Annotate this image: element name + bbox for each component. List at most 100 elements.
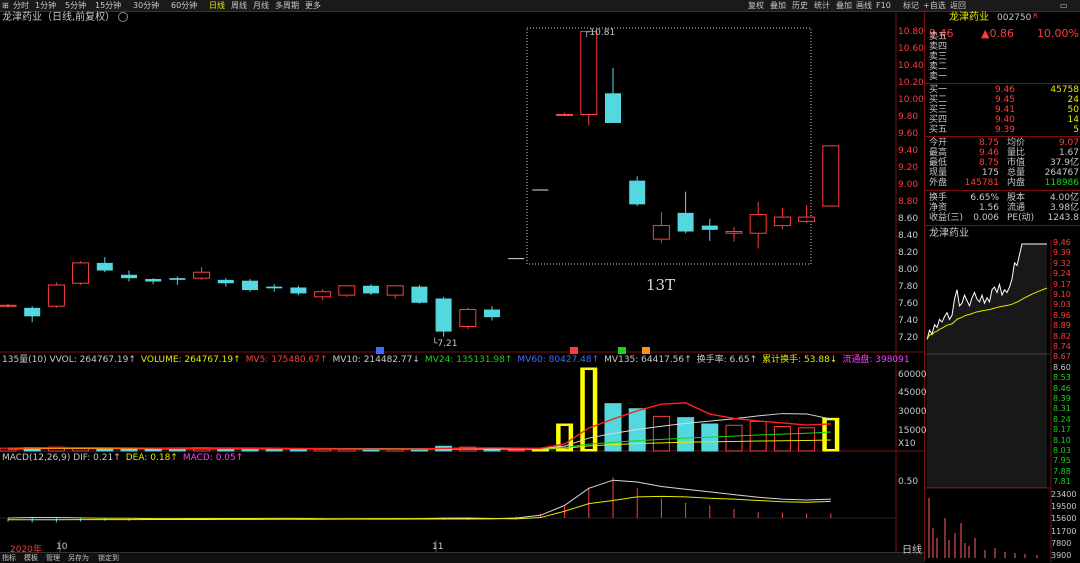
volume-legend-item: MV135: 64417.56↑ bbox=[604, 355, 692, 365]
mini-vol-tick: 3900 bbox=[1051, 551, 1072, 560]
candle-body-up bbox=[338, 285, 356, 296]
bid-label: 买三 bbox=[929, 105, 948, 115]
mini-price-tick: 8.39 bbox=[1053, 394, 1071, 403]
volume-legend-item: MV5: 175480.67↑ bbox=[245, 355, 328, 365]
mini-vol-tick: 15600 bbox=[1051, 514, 1077, 524]
volume-bar bbox=[749, 420, 767, 452]
stat-label: 收益(三) bbox=[929, 213, 964, 223]
candle-body-down bbox=[121, 274, 137, 279]
volume-tick: 30000 bbox=[898, 407, 927, 417]
stat-label: 今开 bbox=[929, 138, 948, 148]
mini-price-tick: 9.39 bbox=[1053, 248, 1071, 258]
volume-tick: 60000 bbox=[898, 370, 927, 380]
candle-body-up bbox=[72, 262, 90, 284]
high-label: ┌10.81 bbox=[584, 28, 615, 38]
volume-legend-item: 累计换手: 53.88↓ bbox=[762, 355, 838, 365]
period-label: 日线 bbox=[902, 545, 922, 556]
volume-bar bbox=[798, 427, 816, 452]
candle-body-down bbox=[484, 309, 500, 318]
volume-bar bbox=[531, 449, 549, 452]
bid-volume: 5 bbox=[1073, 125, 1079, 135]
stat-value: 37.9亿 bbox=[1049, 158, 1079, 168]
stat-value: 1.67 bbox=[1058, 148, 1079, 158]
x-label-year: 2020年 bbox=[10, 545, 42, 555]
volume-legend-item: 换手率: 6.65↑ bbox=[696, 355, 758, 365]
bid-price: 9.41 bbox=[994, 105, 1015, 115]
price-tick: 10.40 bbox=[898, 61, 924, 72]
price-change: ▲0.86 bbox=[981, 27, 1014, 40]
stat-value: 8.75 bbox=[978, 138, 999, 148]
toolbar-action-5[interactable]: 返回 bbox=[950, 0, 966, 11]
bid-volume: 45758 bbox=[1050, 85, 1079, 95]
settings-circle-icon[interactable] bbox=[118, 12, 128, 22]
candle-body-up bbox=[773, 216, 791, 227]
volume-legend-item: MV24: 135131.98↑ bbox=[424, 355, 513, 365]
volume-legend-item: 135量(10) VVOL: 264767.19↑ bbox=[2, 355, 136, 365]
x-label-oct: 10 bbox=[56, 542, 68, 552]
price-tick: 9.20 bbox=[898, 162, 919, 173]
bid-label: 买四 bbox=[929, 115, 948, 125]
candle-body-up bbox=[459, 309, 477, 327]
volume-tick: 45000 bbox=[898, 388, 927, 398]
mini-price-tick: 8.74 bbox=[1053, 342, 1071, 351]
stock-code: 002750 bbox=[997, 13, 1032, 23]
candle-body-up bbox=[47, 284, 65, 307]
toolbar-action-4[interactable]: +自选 bbox=[923, 0, 946, 11]
stat-value: 175 bbox=[981, 168, 999, 178]
candle-body-up bbox=[386, 285, 404, 296]
chart-area[interactable]: ┌10.81 └7.21 13T bbox=[0, 0, 924, 552]
price-tick: 10.60 bbox=[898, 44, 924, 55]
stat-label: 现量 bbox=[929, 168, 948, 178]
stats2-divider bbox=[925, 190, 1080, 191]
mini-price-tick: 7.88 bbox=[1053, 466, 1071, 476]
macd-legend: MACD(12,26,9) DIF: 0.21↑ DEA: 0.18↑ MACD: … bbox=[2, 453, 248, 464]
dif-line bbox=[7, 479, 831, 521]
window-icon[interactable]: ▭ bbox=[1060, 0, 1068, 11]
volume-bar bbox=[725, 424, 743, 452]
candle-body-down bbox=[605, 93, 621, 123]
price-tick: 9.00 bbox=[898, 179, 919, 190]
stock-name: 龙津药业 bbox=[949, 12, 989, 23]
candle-body-up bbox=[652, 225, 670, 240]
bid-volume: 24 bbox=[1067, 95, 1079, 105]
stat-value: 3.98亿 bbox=[1049, 203, 1079, 213]
candle-body-down bbox=[629, 180, 646, 205]
volume-legend: 135量(10) VVOL: 264767.19↑ VOLUME: 264767.… bbox=[2, 355, 915, 366]
volume-bar bbox=[652, 415, 670, 452]
candle-body-up bbox=[725, 231, 743, 234]
candle-body-down bbox=[96, 262, 113, 271]
stat-label: 最高 bbox=[929, 148, 948, 158]
mini-vol-tick: 11700 bbox=[1051, 526, 1077, 536]
dea-line bbox=[7, 495, 831, 520]
stat-label: 股本 bbox=[1007, 193, 1026, 203]
stat-value: 4.00亿 bbox=[1049, 193, 1079, 203]
mini-price-tick: 8.67 bbox=[1053, 352, 1071, 362]
stat-label: 换手 bbox=[929, 193, 948, 203]
stat-label: 市值 bbox=[1007, 158, 1026, 168]
stat-value: 0.006 bbox=[973, 213, 999, 223]
stat-label: 内盘 bbox=[1007, 178, 1026, 188]
mini-chart-title: 龙津药业 bbox=[929, 228, 969, 239]
mini-price-tick: 8.82 bbox=[1053, 331, 1071, 341]
mini-price-tick: 8.03 bbox=[1053, 446, 1071, 455]
ask-label: 卖二 bbox=[929, 62, 948, 72]
bid-price: 9.40 bbox=[994, 115, 1015, 125]
mini-price-tick: 8.31 bbox=[1053, 404, 1071, 414]
stats-divider bbox=[925, 136, 1080, 137]
volume-bar bbox=[773, 426, 791, 452]
mini-vol-tick: 19500 bbox=[1051, 502, 1077, 512]
bid-price: 9.45 bbox=[994, 95, 1015, 105]
mini-price-tick: 9.17 bbox=[1053, 279, 1071, 289]
macd-tick: 0.50 bbox=[898, 477, 919, 487]
price-tick: 9.80 bbox=[898, 112, 919, 123]
mini-price-tick: 9.10 bbox=[1053, 290, 1071, 299]
candle-body-up bbox=[822, 145, 840, 207]
candle-body-down bbox=[169, 278, 186, 280]
macd-legend-item: DEA: 0.18↑ bbox=[125, 453, 178, 463]
volume-tick: 15000 bbox=[898, 426, 927, 436]
stat-value: 264767 bbox=[1044, 168, 1079, 178]
bid-price: 9.39 bbox=[994, 125, 1015, 135]
price-tick: 8.40 bbox=[898, 230, 919, 241]
candle-body-up bbox=[580, 30, 598, 115]
stat-value: 118986 bbox=[1044, 178, 1079, 188]
